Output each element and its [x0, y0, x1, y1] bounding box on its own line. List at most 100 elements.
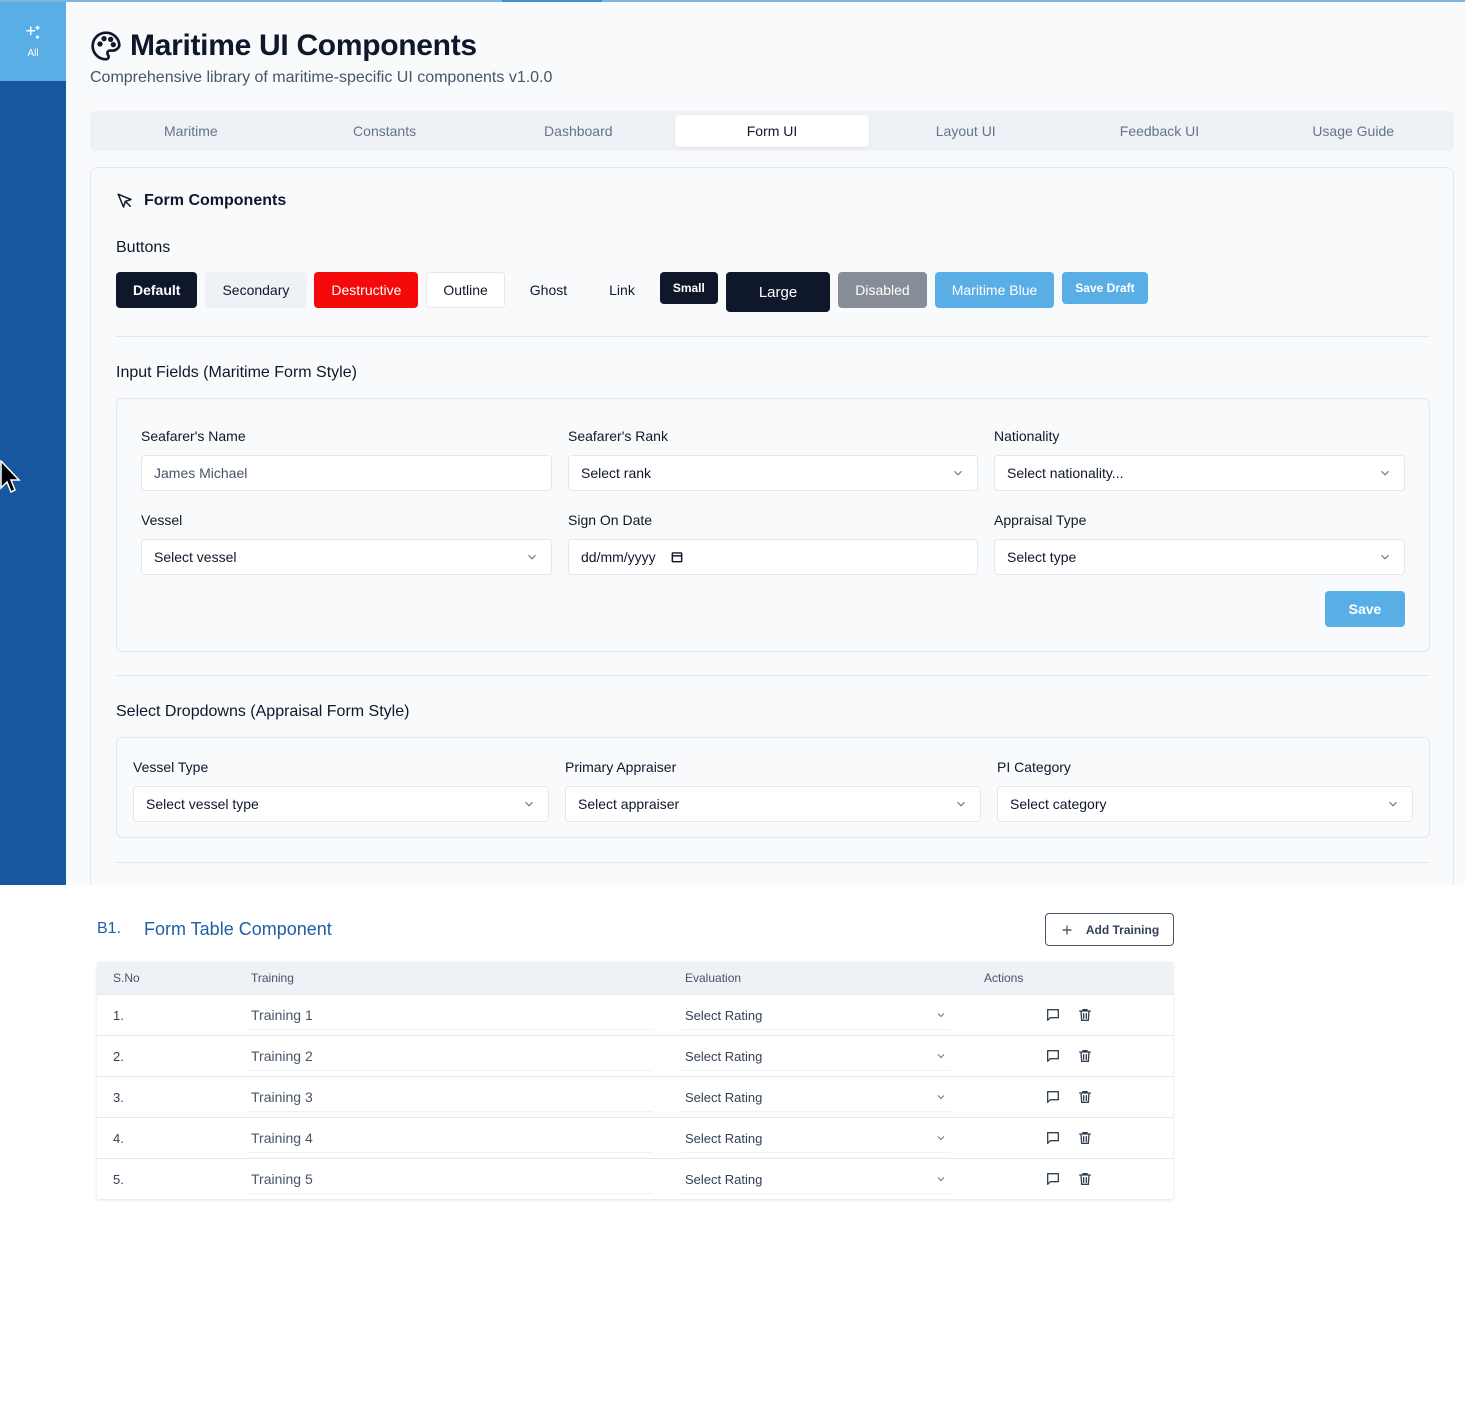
tab-feedback-ui[interactable]: Feedback UI — [1063, 115, 1257, 147]
large-button[interactable]: Large — [725, 272, 831, 312]
table-section-title: Form Table Component — [144, 919, 332, 939]
chevron-down-icon — [937, 1013, 945, 1018]
evaluation-select[interactable]: Select Rating — [681, 1124, 951, 1153]
sidebar-item-all[interactable]: All — [0, 2, 66, 81]
tab-layout-ui[interactable]: Layout UI — [869, 115, 1063, 147]
row-sno: 5. — [113, 1172, 124, 1187]
buttons-section-label: Buttons — [116, 239, 171, 256]
section-divider — [116, 675, 1430, 676]
palette-icon — [91, 31, 121, 61]
chevron-down-icon — [1381, 470, 1389, 476]
message-square-icon[interactable] — [1045, 1171, 1061, 1187]
table-row: 4. Training 4 Select Rating — [97, 1117, 1173, 1158]
add-training-button[interactable]: Add Training — [1045, 913, 1174, 946]
training-input[interactable]: Training 3 — [248, 1083, 653, 1112]
trash-icon[interactable] — [1077, 1130, 1093, 1146]
destructive-button[interactable]: Destructive — [314, 272, 419, 308]
pi-category-label: PI Category — [997, 759, 1071, 775]
training-input[interactable]: Training 4 — [248, 1124, 653, 1153]
message-square-icon[interactable] — [1045, 1048, 1061, 1064]
tab-maritime[interactable]: Maritime — [94, 115, 288, 147]
form-components-card: Form Components Buttons Default Secondar… — [90, 167, 1454, 885]
sidebar-item-label: All — [27, 48, 39, 59]
message-square-icon[interactable] — [1045, 1089, 1061, 1105]
sign-on-date-input[interactable]: dd/mm/yyyy — [568, 539, 978, 575]
selects-section-label: Select Dropdowns (Appraisal Form Style) — [116, 703, 410, 720]
row-actions — [1045, 1007, 1093, 1023]
tab-form-ui[interactable]: Form UI — [675, 115, 869, 147]
seafarer-rank-label: Seafarer's Rank — [568, 428, 668, 444]
message-square-icon[interactable] — [1045, 1007, 1061, 1023]
nationality-select[interactable]: Select nationality... — [994, 455, 1405, 491]
trash-icon[interactable] — [1077, 1007, 1093, 1023]
training-table: S.No Training Evaluation Actions 1. Trai… — [97, 962, 1173, 1199]
training-input[interactable]: Training 2 — [248, 1042, 653, 1071]
table-row: 1. Training 1 Select Rating — [97, 994, 1173, 1035]
page-subtitle: Comprehensive library of maritime-specif… — [90, 69, 553, 86]
secondary-button[interactable]: Secondary — [205, 272, 307, 308]
button-row: Default Secondary Destructive Outline Gh… — [116, 272, 1148, 312]
save-draft-button[interactable]: Save Draft — [1062, 272, 1148, 304]
vessel-type-select[interactable]: Select vessel type — [133, 786, 549, 822]
chevron-down-icon — [957, 801, 965, 807]
ghost-button[interactable]: Ghost — [513, 272, 584, 308]
seafarer-rank-select[interactable]: Select rank — [568, 455, 978, 491]
tab-dashboard[interactable]: Dashboard — [481, 115, 675, 147]
appraisal-type-label: Appraisal Type — [994, 512, 1087, 528]
column-header-training: Training — [251, 971, 294, 985]
row-actions — [1045, 1089, 1093, 1105]
link-button[interactable]: Link — [592, 272, 652, 308]
input-fields-panel: Seafarer's Name James Michael Seafarer's… — [116, 398, 1430, 652]
chevron-down-icon — [525, 801, 533, 807]
appraisal-type-select[interactable]: Select type — [994, 539, 1405, 575]
outline-button[interactable]: Outline — [426, 272, 505, 308]
seafarer-name-placeholder: James Michael — [154, 465, 248, 481]
section-number: B1. — [97, 920, 122, 937]
row-sno: 1. — [113, 1008, 124, 1023]
seafarer-name-input[interactable]: James Michael — [141, 455, 552, 491]
tab-constants[interactable]: Constants — [288, 115, 482, 147]
evaluation-select[interactable]: Select Rating — [681, 1165, 951, 1194]
vessel-select[interactable]: Select vessel — [141, 539, 552, 575]
chevron-down-icon — [937, 1095, 945, 1100]
chevron-down-icon — [1389, 801, 1397, 807]
appraisal-type-value: Select type — [1007, 549, 1077, 565]
small-button[interactable]: Small — [659, 272, 718, 304]
training-input[interactable]: Training 1 — [248, 1001, 653, 1030]
evaluation-select[interactable]: Select Rating — [681, 1042, 951, 1071]
tab-usage-guide[interactable]: Usage Guide — [1256, 115, 1450, 147]
trash-icon[interactable] — [1077, 1048, 1093, 1064]
seafarer-rank-value: Select rank — [581, 465, 652, 481]
column-header-sno: S.No — [113, 971, 140, 985]
default-button[interactable]: Default — [116, 272, 198, 308]
save-button[interactable]: Save — [1325, 591, 1405, 627]
trash-icon[interactable] — [1077, 1171, 1093, 1187]
chevron-down-icon — [954, 470, 962, 476]
training-input[interactable]: Training 5 — [248, 1165, 653, 1194]
plus-icon — [1062, 924, 1072, 935]
tab-bar: Maritime Constants Dashboard Form UI Lay… — [90, 111, 1454, 151]
page-title: Maritime UI Components — [130, 29, 477, 62]
primary-appraiser-select[interactable]: Select appraiser — [565, 786, 981, 822]
row-sno: 4. — [113, 1131, 124, 1146]
message-square-icon[interactable] — [1045, 1130, 1061, 1146]
pi-category-select[interactable]: Select category — [997, 786, 1413, 822]
maritime-blue-button[interactable]: Maritime Blue — [934, 272, 1055, 308]
evaluation-select[interactable]: Select Rating — [681, 1083, 951, 1112]
column-header-actions: Actions — [984, 971, 1024, 985]
section-divider — [116, 336, 1430, 337]
evaluation-value: Select Rating — [685, 1007, 763, 1023]
evaluation-select[interactable]: Select Rating — [681, 1001, 951, 1030]
vessel-type-value: Select vessel type — [146, 796, 259, 812]
chevron-down-icon — [937, 1136, 945, 1141]
row-actions — [1045, 1130, 1093, 1146]
trash-icon[interactable] — [1077, 1089, 1093, 1105]
select-dropdowns-panel: Vessel Type Select vessel type Primary A… — [116, 737, 1430, 838]
row-sno: 3. — [113, 1090, 124, 1105]
evaluation-value: Select Rating — [685, 1130, 763, 1146]
sidebar: All — [0, 2, 66, 885]
sign-on-date-value: dd/mm/yyyy — [581, 549, 656, 565]
calendar-icon[interactable] — [670, 550, 684, 564]
vessel-type-label: Vessel Type — [133, 759, 209, 775]
disabled-button: Disabled — [838, 272, 927, 308]
